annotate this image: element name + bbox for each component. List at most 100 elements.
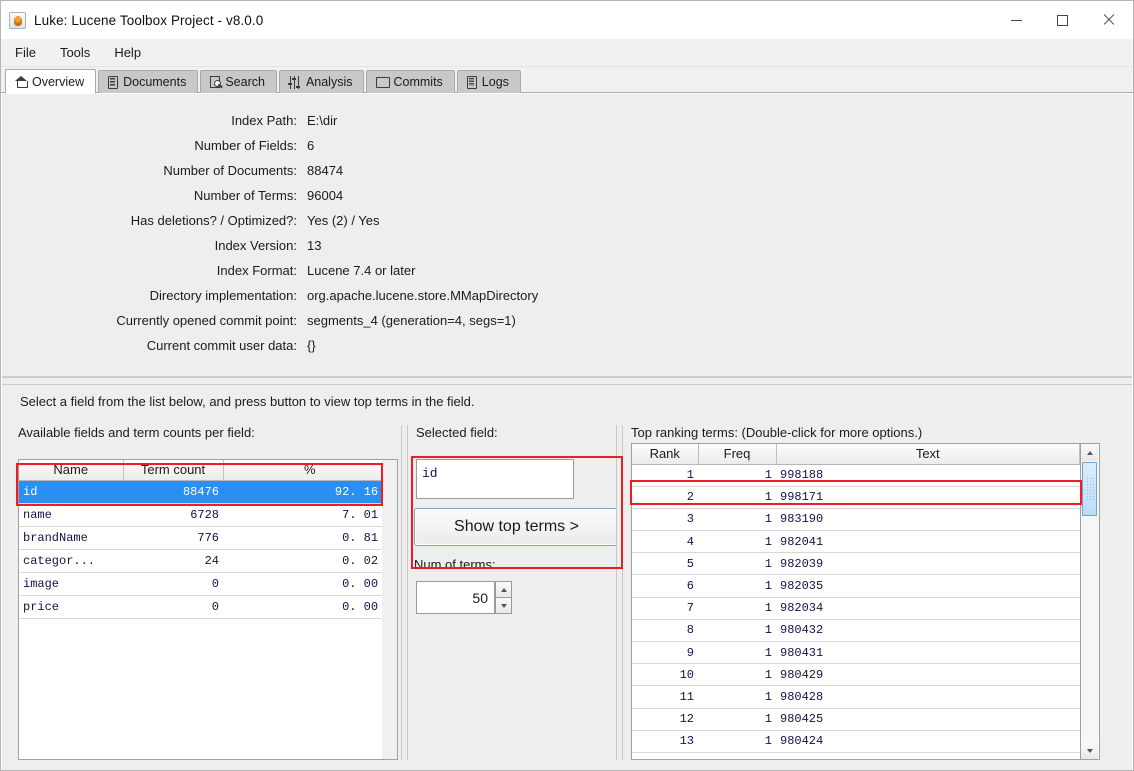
column-header-term-count[interactable]: Term count [123,460,224,481]
num-of-terms-stepper[interactable] [495,581,512,614]
info-label: Number of Documents: [163,163,297,178]
available-fields-table[interactable]: Name Term count % id 88476 92. 16 % name… [18,459,398,760]
info-label: Current commit user data: [146,338,297,353]
menu-item-file[interactable]: File [5,42,46,63]
column-header-name[interactable]: Name [19,460,124,481]
minimize-button[interactable] [993,5,1039,35]
table-row[interactable]: price 0 0. 00 % [19,595,397,619]
tab-analysis[interactable]: Analysis [278,70,365,93]
info-label: Currently opened commit point: [116,313,297,328]
scroll-down-icon [1086,748,1093,753]
field-count: 0 [123,572,223,596]
selected-field-caption: Selected field: [416,425,498,440]
table-row[interactable]: 2 1 998171 [632,486,1080,509]
column-header-percent[interactable]: % [223,460,397,481]
monitor-icon [376,76,391,89]
menu-item-tools[interactable]: Tools [50,42,100,63]
stepper-down-button[interactable] [495,598,512,614]
table-row[interactable]: 10 1 980429 [632,663,1080,687]
table-row[interactable]: 4 1 982041 [632,530,1080,554]
table-row[interactable]: id 88476 92. 16 % [19,480,397,504]
field-count: 0 [123,595,223,619]
term-rank: 4 [632,530,698,554]
term-text: 998188 [776,464,1080,487]
top-ranking-terms-table[interactable]: Rank Freq Text 1 1 998188 2 1 998171 3 1 983190 4… [631,443,1081,760]
table-row[interactable]: 3 1 983190 [632,508,1080,532]
field-count: 24 [123,549,223,573]
table-header-row: Name Term count % [19,460,397,481]
info-value: 88474 [307,163,344,178]
term-freq: 1 [698,574,776,598]
field-pct: 0. 00 % [223,572,397,596]
vertical-splitter-right[interactable] [616,425,623,760]
column-header-rank[interactable]: Rank [632,444,699,465]
num-of-terms-input[interactable]: 50 [416,581,495,614]
table-row[interactable]: 9 1 980431 [632,641,1080,665]
tab-logs[interactable]: Logs [456,70,521,93]
term-text: 980431 [776,641,1080,665]
scroll-down-button[interactable] [1081,742,1098,759]
table-row[interactable]: 11 1 980428 [632,685,1080,709]
field-name: categor... [19,549,123,573]
term-freq: 1 [698,464,776,487]
scrollbar-thumb[interactable] [1082,462,1097,516]
luke-application-window: Luke: Lucene Toolbox Project - v8.0.0 Fi… [0,0,1134,771]
horizontal-splitter[interactable] [2,377,1132,385]
term-text: 982039 [776,552,1080,576]
top-ranking-terms-caption: Top ranking terms: (Double-click for mor… [631,425,923,440]
info-label: Index Format: [216,263,297,278]
tab-documents[interactable]: Documents [98,70,199,93]
term-freq: 1 [698,486,776,509]
table-row[interactable]: brandName 776 0. 81 % [19,526,397,550]
table-row[interactable]: 6 1 982035 [632,574,1080,598]
table-row[interactable]: 12 1 980425 [632,708,1080,731]
maximize-button[interactable] [1039,5,1085,35]
window-controls [993,5,1131,35]
table-row[interactable]: 8 1 980432 [632,619,1080,643]
selected-field-input[interactable]: id [416,459,574,499]
table-row[interactable]: 1 1 998188 [632,464,1080,487]
sliders-icon [288,75,301,89]
field-pct: 0. 81 % [223,526,397,550]
logs-icon [466,75,477,89]
field-name: brandName [19,526,123,550]
table-row[interactable]: categor... 24 0. 02 % [19,549,397,573]
term-rank: 7 [632,597,698,620]
close-icon [1102,14,1114,26]
term-rank: 8 [632,619,698,643]
scroll-up-button[interactable] [1081,444,1098,461]
panel-filler [1100,425,1130,765]
term-text: 983190 [776,508,1080,532]
table-row[interactable]: 7 1 982034 [632,597,1080,620]
info-value: E:\dir [307,113,338,128]
info-value: 13 [307,238,322,253]
term-text: 982035 [776,574,1080,598]
menu-item-help[interactable]: Help [104,42,151,63]
column-header-freq[interactable]: Freq [698,444,777,465]
table-row[interactable]: name 6728 7. 01 % [19,503,397,527]
terms-table-scrollbar[interactable] [1081,443,1100,760]
tab-overview[interactable]: Overview [5,69,97,94]
table-row[interactable]: 13 1 980424 [632,730,1080,753]
term-rank: 12 [632,708,698,731]
field-pct: 92. 16 % [223,480,397,504]
luke-app-icon [9,11,26,29]
close-button[interactable] [1085,5,1131,35]
term-rank: 6 [632,574,698,598]
tab-commits-label: Commits [393,75,443,89]
tab-commits[interactable]: Commits [366,70,455,93]
field-count: 88476 [123,480,223,504]
stepper-up-button[interactable] [495,581,512,598]
info-label: Number of Fields: [194,138,297,153]
column-header-text[interactable]: Text [776,444,1080,465]
tab-bar: Overview Documents Search Analysis Commi… [1,67,1133,94]
fields-table-scrollbar[interactable] [382,459,398,760]
vertical-splitter-left[interactable] [401,425,408,760]
tab-search[interactable]: Search [200,70,277,93]
table-row[interactable]: image 0 0. 00 % [19,572,397,596]
term-freq: 1 [698,552,776,576]
field-count: 776 [123,526,223,550]
table-row[interactable]: 5 1 982039 [632,552,1080,576]
info-row: Number of Fields: 6 [2,133,1132,158]
show-top-terms-button[interactable]: Show top terms > [414,508,619,546]
